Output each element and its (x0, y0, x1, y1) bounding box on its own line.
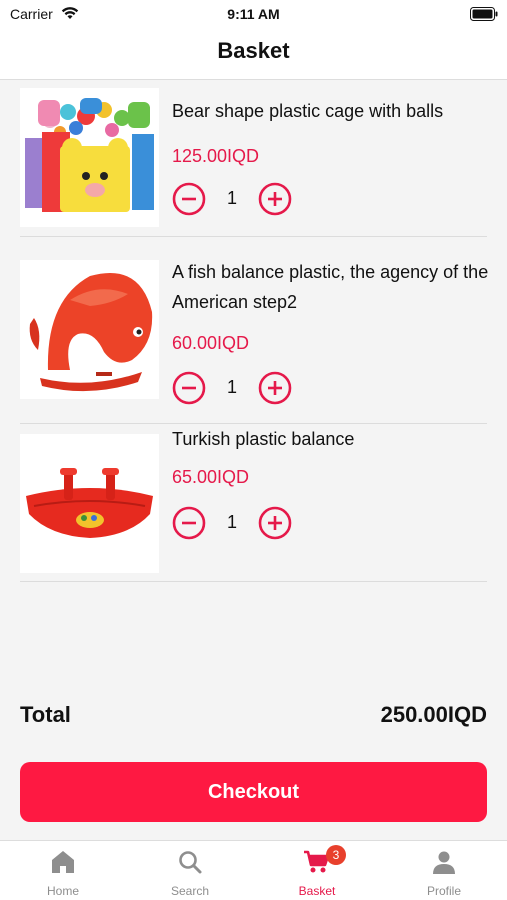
item-price: 65.00IQD (172, 467, 250, 487)
checkout-button[interactable]: Checkout (20, 762, 487, 822)
quantity-stepper: 1 (172, 371, 302, 405)
item-price: 125.00IQD (172, 146, 260, 166)
cart-count-badge: 3 (326, 845, 346, 865)
basket-item: Bear shape plastic cage with balls 125.0… (20, 86, 487, 237)
quantity-value: 1 (226, 377, 237, 397)
quantity-stepper: 1 (172, 182, 302, 216)
fish-rocker-image[interactable] (20, 260, 159, 399)
basket-item: Turkish plastic balance 65.00IQD 1 (20, 424, 487, 582)
plus-icon[interactable] (258, 506, 292, 540)
minus-icon[interactable] (172, 506, 206, 540)
total-value: 250.00IQD (380, 702, 487, 727)
status-bar: Carrier 9:11 AM (0, 0, 507, 28)
clock: 9:11 AM (227, 6, 280, 22)
quantity-stepper: 1 (172, 506, 302, 540)
tab-home[interactable]: Home (0, 841, 126, 900)
minus-icon[interactable] (172, 182, 206, 216)
plus-icon[interactable] (258, 371, 292, 405)
person-icon (433, 851, 455, 874)
total-row: Total 250.00IQD (20, 702, 487, 734)
basket-item: A fish balance plastic, the agency of th… (20, 237, 489, 424)
tab-label: Search (170, 884, 210, 898)
bear-ball-pit-image[interactable] (20, 88, 159, 227)
quantity-value: 1 (226, 188, 237, 208)
item-price: 60.00IQD (172, 333, 250, 353)
item-name: A fish balance plastic, the agency of th… (172, 262, 489, 312)
home-icon (52, 851, 74, 873)
total-label: Total (20, 702, 71, 727)
seesaw-image[interactable] (20, 434, 159, 573)
tab-profile[interactable]: Profile (381, 841, 507, 900)
tab-basket[interactable]: 3 Basket (254, 841, 380, 900)
plus-icon[interactable] (258, 182, 292, 216)
tab-label: Basket (298, 884, 336, 898)
battery-icon (470, 7, 498, 21)
nav-bar: Basket (0, 28, 507, 80)
item-name: Turkish plastic balance (172, 429, 355, 449)
quantity-value: 1 (226, 512, 237, 532)
page-title: Basket (217, 38, 290, 63)
search-icon (179, 851, 202, 874)
tab-label: Home (46, 884, 79, 898)
tab-search[interactable]: Search (127, 841, 253, 900)
item-name: Bear shape plastic cage with balls (172, 101, 444, 121)
minus-icon[interactable] (172, 371, 206, 405)
tab-bar: Home Search 3 Basket Profile (0, 840, 507, 900)
tab-label: Profile (426, 884, 461, 898)
